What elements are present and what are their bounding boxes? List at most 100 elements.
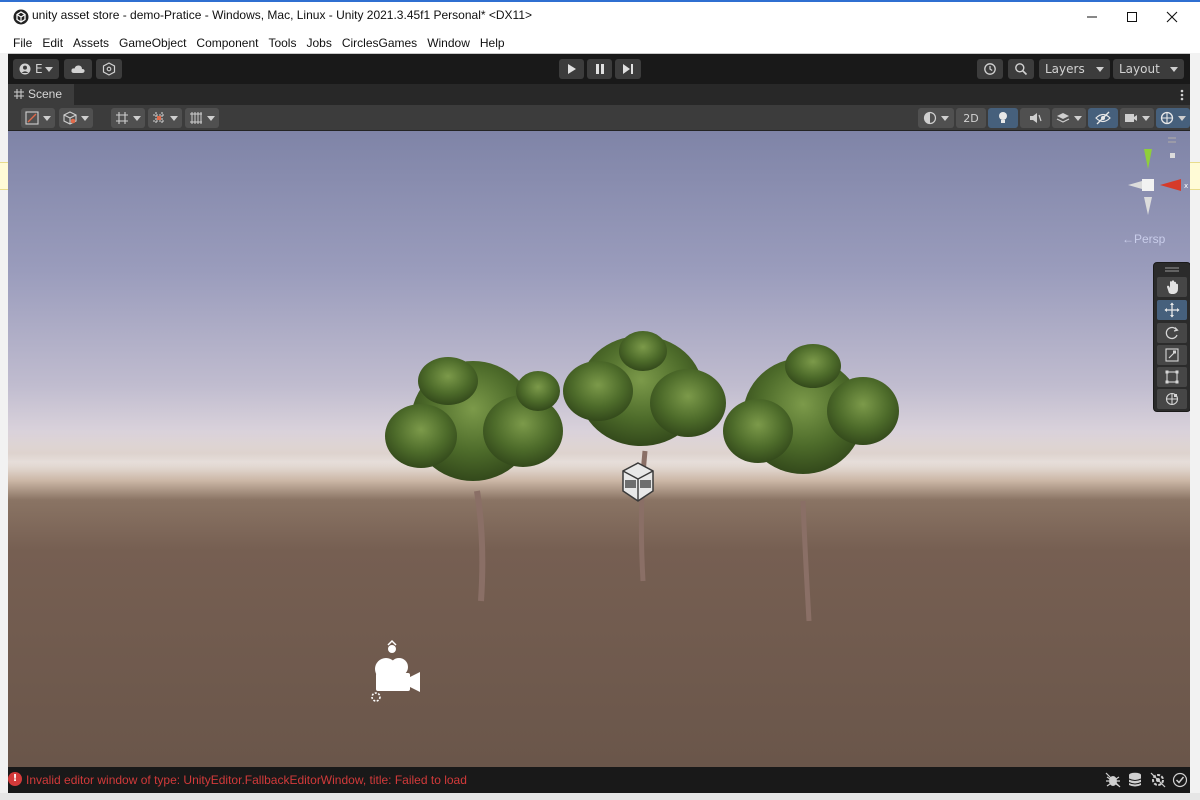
rect-tool-button[interactable]	[1157, 367, 1187, 387]
mode-2d-toggle[interactable]: 2D	[956, 108, 986, 128]
scene-viewport[interactable]: x ←Persp	[8, 131, 1190, 767]
search-icon	[1015, 63, 1028, 76]
layout-label: Layout	[1119, 62, 1160, 76]
grid-hash-icon	[14, 89, 24, 99]
error-icon: !	[8, 772, 22, 786]
move-tool-button[interactable]	[1157, 300, 1187, 320]
gear-crossed-icon[interactable]	[1150, 772, 1166, 788]
chevron-down-icon	[133, 115, 141, 121]
taskbar-edge	[0, 793, 1200, 800]
search-button[interactable]	[1008, 59, 1034, 79]
rotate-tool-button[interactable]	[1157, 323, 1187, 343]
debug-bug-icon[interactable]	[1105, 772, 1121, 788]
maximize-icon	[1127, 12, 1137, 22]
audio-icon	[1030, 113, 1042, 123]
menu-component[interactable]: Component	[191, 33, 263, 54]
account-icon	[19, 63, 31, 75]
status-error-message[interactable]: Invalid editor window of type: UnityEdit…	[26, 773, 467, 787]
gameobject-gizmo-icon[interactable]	[620, 459, 656, 505]
chevron-down-icon	[45, 67, 53, 72]
gizmo-axis-y[interactable]	[1144, 149, 1152, 169]
cloud-icon	[71, 65, 85, 73]
drag-handle-icon[interactable]	[1165, 267, 1179, 273]
orientation-gizmo[interactable]: x	[1108, 135, 1188, 225]
gizmos-globe-icon	[1160, 111, 1174, 125]
database-icon[interactable]	[1128, 772, 1142, 788]
gizmo-axis-neg-z[interactable]	[1144, 197, 1152, 215]
menu-window[interactable]: Window	[422, 33, 475, 54]
mode-2d-label: 2D	[963, 111, 979, 125]
menu-edit[interactable]: Edit	[37, 33, 68, 54]
check-circle-icon[interactable]	[1172, 772, 1188, 788]
rect-transform-icon	[1165, 370, 1179, 384]
cube-icon	[63, 111, 77, 125]
collab-button[interactable]	[96, 59, 122, 79]
effects-dropdown[interactable]	[1052, 108, 1086, 128]
shading-sphere-icon	[923, 111, 937, 125]
camera-icon	[1125, 114, 1137, 122]
grid-visibility-dropdown[interactable]	[185, 108, 219, 128]
gizmo-axis-neg-x[interactable]	[1128, 181, 1142, 189]
gizmo-axis-x[interactable]	[1160, 179, 1181, 191]
audio-toggle[interactable]	[1020, 108, 1050, 128]
scene-tab-label: Scene	[28, 87, 63, 101]
tree-center	[563, 331, 726, 582]
layers-dropdown[interactable]: Layers	[1039, 59, 1110, 79]
grid-icon	[190, 112, 202, 124]
gizmo-axis-x-label: x	[1184, 182, 1188, 190]
menu-help[interactable]: Help	[475, 33, 510, 54]
minimize-button[interactable]	[1070, 2, 1114, 32]
menu-gameobject[interactable]: GameObject	[114, 33, 191, 54]
menu-assets[interactable]: Assets	[68, 33, 114, 54]
gizmo-menu-icon	[1168, 137, 1176, 139]
status-bar: ! Invalid editor window of type: UnityEd…	[8, 767, 1190, 793]
hand-tool-button[interactable]	[1157, 277, 1187, 297]
step-button[interactable]	[615, 59, 641, 79]
camera-settings-dropdown[interactable]	[1120, 108, 1154, 128]
tab-scene[interactable]: Scene	[8, 84, 74, 105]
hidden-objects-toggle[interactable]	[1088, 108, 1118, 128]
pause-icon	[595, 64, 604, 74]
grid-snap-dropdown[interactable]	[111, 108, 145, 128]
increment-snap-dropdown[interactable]	[148, 108, 182, 128]
play-icon	[567, 64, 576, 74]
lighting-dropdown[interactable]	[918, 108, 954, 128]
gizmo-center-cube[interactable]	[1142, 179, 1154, 191]
gizmos-dropdown[interactable]	[1156, 108, 1190, 128]
account-dropdown[interactable]: E	[13, 59, 59, 79]
projection-label[interactable]: ←Persp	[1122, 232, 1165, 246]
menu-jobs[interactable]: Jobs	[301, 33, 336, 54]
account-label: E	[35, 62, 43, 76]
scale-tool-button[interactable]	[1157, 345, 1187, 365]
history-button[interactable]	[977, 59, 1003, 79]
pause-button[interactable]	[587, 59, 612, 79]
scene-lighting-toggle[interactable]	[988, 108, 1018, 128]
snap-increment-icon	[153, 112, 165, 124]
close-button[interactable]	[1150, 2, 1194, 32]
shading-mode-icon	[25, 111, 39, 125]
menu-tools[interactable]: Tools	[263, 33, 301, 54]
menu-circlesgames[interactable]: CirclesGames	[337, 33, 422, 54]
cloud-button[interactable]	[64, 59, 92, 79]
scale-icon	[1165, 348, 1179, 362]
camera-gizmo-icon[interactable]	[368, 639, 428, 705]
maximize-button[interactable]	[1110, 2, 1154, 32]
chevron-down-icon	[1096, 67, 1104, 72]
rotate-icon	[1165, 326, 1179, 340]
step-icon	[623, 64, 633, 74]
window-titlebar[interactable]: unity asset store - demo-Pratice - Windo…	[0, 0, 1200, 32]
move-arrows-icon	[1164, 302, 1180, 318]
hand-icon	[1167, 280, 1178, 294]
layout-dropdown[interactable]: Layout	[1113, 59, 1184, 79]
transform-tool-button[interactable]	[1157, 389, 1187, 409]
menu-bar: File Edit Assets GameObject Component Tools Jo…	[0, 32, 1200, 53]
background-notice	[1190, 162, 1200, 190]
render-mode-dropdown[interactable]	[59, 108, 93, 128]
more-options-icon[interactable]	[1180, 89, 1184, 101]
draw-mode-dropdown[interactable]	[21, 108, 55, 128]
window-title: unity asset store - demo-Pratice - Windo…	[32, 8, 533, 22]
transform-tools-overlay	[1153, 262, 1190, 412]
effects-layers-icon	[1056, 113, 1070, 123]
play-button[interactable]	[559, 59, 584, 79]
menu-file[interactable]: File	[8, 33, 37, 54]
